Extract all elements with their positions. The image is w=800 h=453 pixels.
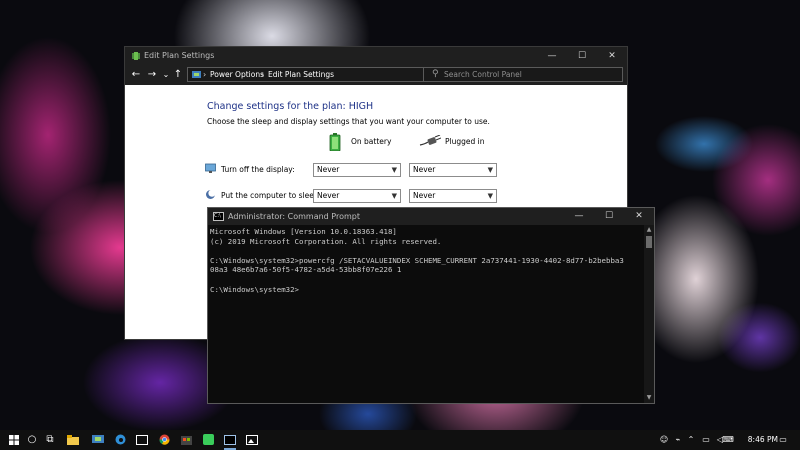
command-prompt-window: C:\ Administrator: Command Prompt — ☐ ✕ …	[207, 207, 655, 404]
page-subtitle: Choose the sleep and display settings th…	[207, 117, 490, 126]
scroll-down-icon[interactable]: ▼	[644, 393, 654, 403]
forward-arrow-icon[interactable]: →	[145, 67, 159, 83]
breadcrumb-separator-icon: ›	[203, 70, 207, 79]
battery-icon	[329, 133, 341, 153]
chevron-down-icon: ▼	[487, 192, 493, 200]
file-explorer-icon[interactable]	[63, 430, 83, 450]
chrome-icon[interactable]	[154, 430, 174, 450]
breadcrumb-edit-plan-settings[interactable]: Edit Plan Settings	[268, 68, 334, 81]
chevron-down-icon: ▼	[487, 166, 493, 174]
keyboard-icon[interactable]: ⌨	[722, 430, 734, 450]
chevron-up-icon[interactable]: ⌃	[686, 430, 696, 450]
edge-icon[interactable]	[110, 430, 130, 450]
back-arrow-icon[interactable]: ←	[129, 67, 143, 83]
console-line: (c) 2019 Microsoft Corporation. All righ…	[210, 236, 442, 246]
on-battery-column-header: On battery	[329, 133, 392, 152]
command-prompt-icon: C:\	[213, 212, 224, 221]
plugged-in-label: Plugged in	[445, 137, 485, 146]
up-arrow-icon[interactable]: ↑	[171, 67, 185, 83]
cp-navigation-bar: ← → ⌄ ↑ › Power Options › Edit Plan Sett…	[125, 65, 627, 85]
cortana-search-icon[interactable]: ○	[22, 430, 42, 450]
cp-window-title: Edit Plan Settings	[144, 51, 215, 60]
cmd-maximize-button[interactable]: ☐	[594, 208, 624, 225]
page-title: Change settings for the plan: HIGH	[207, 101, 374, 112]
console-line: C:\Windows\system32>powercfg /SETACVALUE…	[210, 255, 624, 265]
search-icon: ⚲	[432, 69, 439, 79]
photos-icon[interactable]	[242, 430, 262, 450]
on-battery-label: On battery	[351, 137, 392, 146]
cmd-window-title: Administrator: Command Prompt	[228, 212, 360, 221]
notification-icon[interactable]: ▭	[776, 430, 790, 450]
line-app-icon[interactable]	[198, 430, 218, 450]
network-icon[interactable]: ⌁	[672, 430, 684, 450]
taskbar-clock[interactable]: 8:46 PM	[748, 430, 778, 450]
cmd-console-output[interactable]: Microsoft Windows [Version 10.0.18363.41…	[208, 225, 643, 403]
sleep-plugged-in-select[interactable]: Never ▼	[409, 189, 497, 203]
display-off-plugged-in-select[interactable]: Never ▼	[409, 163, 497, 177]
cmd-minimize-button[interactable]: —	[564, 208, 594, 225]
moon-icon	[205, 189, 216, 200]
windows-start-icon[interactable]	[4, 430, 24, 450]
minimize-button[interactable]: —	[537, 47, 567, 65]
breadcrumb-power-options[interactable]: Power Options	[210, 68, 264, 81]
task-view-icon[interactable]: ⧉	[40, 430, 60, 450]
store-icon[interactable]	[176, 430, 196, 450]
settings-window-icon[interactable]	[132, 430, 152, 450]
control-panel-icon	[191, 69, 202, 80]
cmd-scrollbar[interactable]: ▲ ▼	[644, 225, 654, 403]
scroll-thumb[interactable]	[646, 236, 652, 248]
search-input[interactable]	[444, 68, 614, 81]
monitor-icon	[205, 163, 216, 174]
console-line: 08a3 48e6b7a6-50f5-4782-a5d4-53bb8f07e22…	[210, 265, 402, 275]
display-off-on-battery-select[interactable]: Never ▼	[313, 163, 401, 177]
console-prompt-line: C:\Windows\system32>	[210, 284, 299, 294]
console-line: Microsoft Windows [Version 10.0.18363.41…	[210, 227, 397, 236]
chevron-down-icon: ▼	[391, 192, 397, 200]
sleep-on-battery-select[interactable]: Never ▼	[313, 189, 401, 203]
address-bar[interactable]: › Power Options › Edit Plan Settings ⌄ ↻	[187, 67, 455, 82]
chevron-down-icon: ▼	[391, 166, 397, 174]
control-panel-icon[interactable]	[88, 430, 108, 450]
people-icon[interactable]: ☺	[658, 430, 670, 450]
cmd-close-button[interactable]: ✕	[624, 208, 654, 225]
power-plug-icon	[419, 134, 442, 149]
cmd-titlebar[interactable]: C:\ Administrator: Command Prompt — ☐ ✕	[208, 208, 654, 225]
power-plan-icon	[130, 50, 142, 62]
cp-titlebar[interactable]: Edit Plan Settings — ☐ ✕	[125, 47, 627, 65]
plugged-in-column-header: Plugged in	[419, 134, 485, 146]
command-prompt-taskbar-icon[interactable]	[220, 430, 240, 450]
taskbar: ○ ⧉ ☺ ⌁ ⌃ ▭ ◁ ⌨ 8:46 PM ▭	[0, 430, 800, 450]
breadcrumb-separator-icon: ›	[261, 70, 265, 79]
network-status-icon[interactable]: ▭	[700, 430, 712, 450]
close-button[interactable]: ✕	[597, 47, 627, 65]
maximize-button[interactable]: ☐	[567, 47, 597, 65]
search-box[interactable]: ⚲	[423, 67, 623, 82]
scroll-up-icon[interactable]: ▲	[644, 225, 654, 235]
